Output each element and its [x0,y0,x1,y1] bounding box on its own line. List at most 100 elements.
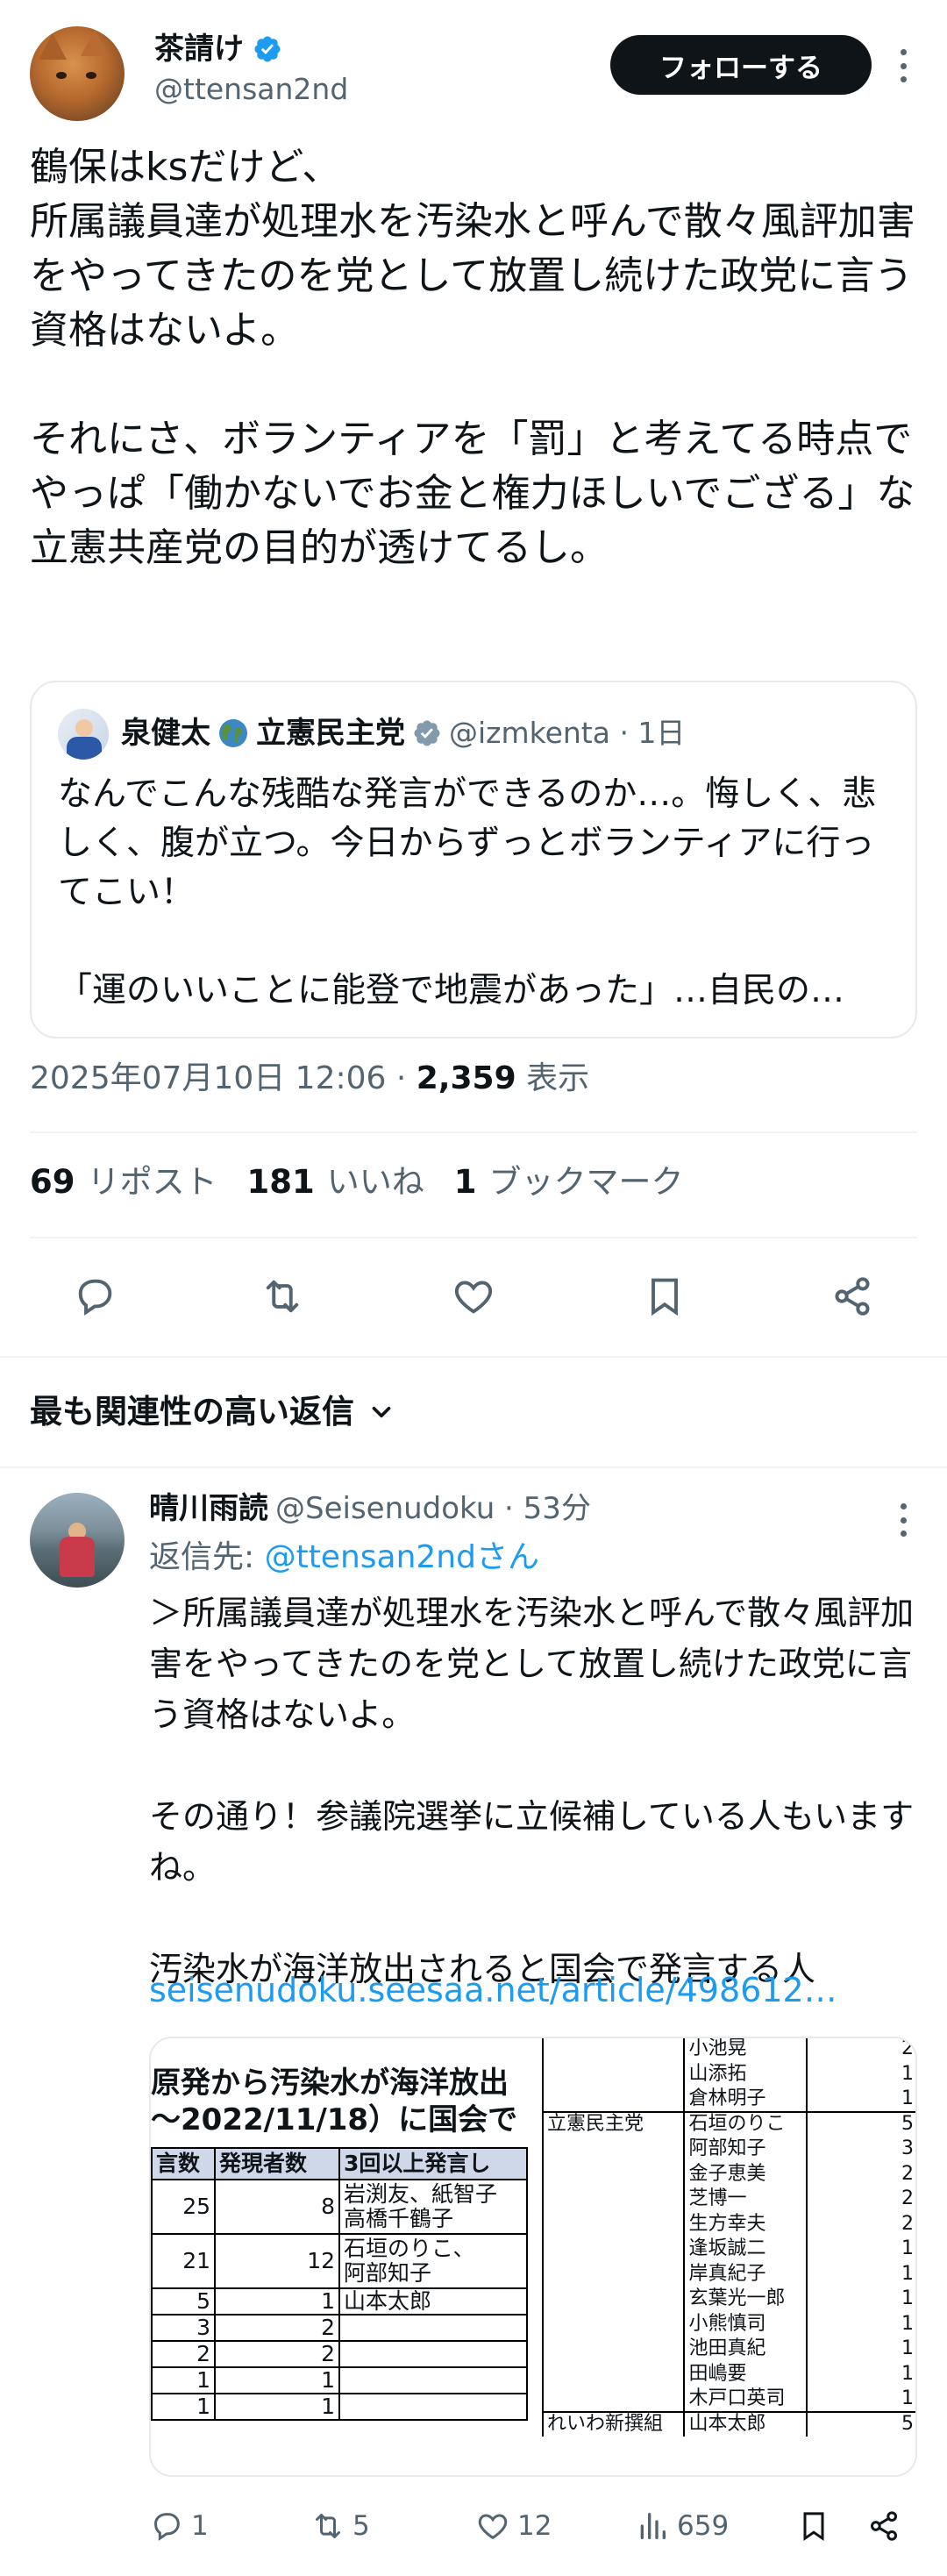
bookmark-icon [803,2512,824,2542]
table-cell-person: 生方幸夫 [683,2211,808,2237]
table-row: 山添拓 1 [542,2061,915,2087]
bookmark-button[interactable] [630,1263,700,1330]
media-image-left[interactable]: 原発から汚染水が海洋放出 〜2022/11/18）に国会で 言数 発現者数 3回… [151,2038,528,2475]
divider [30,1237,917,1238]
table-cell: 1 [214,2366,340,2394]
table-cell: 1 [214,2393,340,2421]
like-button[interactable] [438,1263,509,1330]
views-label: 表示 [526,1060,590,1096]
table-cell-party [542,2187,686,2212]
quoted-tweet[interactable]: 泉健太 立憲民主党 @izmkenta · 1日 なんでこんな残酷な発言ができる… [30,681,917,1038]
quote-display-name: 泉健太 [121,716,210,751]
reply-more-options-icon[interactable] [889,1500,917,1540]
quote-author-avatar [58,709,109,760]
share-icon [871,2511,897,2541]
table-cell-party [542,2061,686,2087]
reply-count: 1 [191,2510,209,2542]
tweet-stats: 69 リポスト 181 いいね 1 ブックマーク [30,1158,683,1207]
author-avatar[interactable] [30,26,125,121]
reply-media-grid: 原発から汚染水が海洋放出 〜2022/11/18）に国会で 言数 発現者数 3回… [149,2037,917,2477]
author-handle[interactable]: @ttensan2nd [154,72,348,107]
table-row: 倉林明子 1 [542,2087,915,2112]
table-row: 池田真紀 1 [542,2337,915,2362]
media-left-table: 言数 発現者数 3回以上発言し 25 8 岩渕友、紙智子 高橋千鶴子 21 12 石垣のり… [151,2147,528,2421]
table-cell: 3 [151,2314,216,2342]
reply-author-avatar[interactable] [30,1493,125,1588]
table-row: 阿部知子 3 [542,2137,915,2162]
reply-like-button[interactable]: 12 [475,2500,552,2552]
table-cell-count: 2 [805,2211,915,2237]
table-cell [338,2393,528,2421]
table-cell-count: 3 [805,2137,915,2162]
tweet-author: 茶請け @ttensan2nd フォローする [30,26,917,123]
views-count: 659 [677,2510,730,2542]
table-cell-count: 5 [805,2410,915,2437]
divider [30,1131,917,1133]
table-cell-party [542,2038,686,2062]
tweet-timestamp[interactable]: 2025年07月10日 12:06 · 2,359 表示 [30,1054,589,1103]
heart-icon [454,1281,493,1314]
reply-views-button[interactable]: 659 [635,2500,729,2552]
table-cell-party [542,2211,686,2237]
table-cell-person: 玄葉光一郎 [683,2287,808,2312]
reply-bookmark-button[interactable] [796,2500,831,2552]
globe-emoji-icon [219,719,247,747]
table-cell-person: 池田真紀 [683,2337,808,2362]
table-cell: 21 [151,2233,216,2289]
chevron-down-icon [372,1406,391,1418]
table-cell-count: 5 [805,2110,915,2137]
reply-header: 晴川雨読 @Seisenudoku · 53分 [149,1482,591,1535]
table-row: 生方幸夫 2 [542,2211,915,2237]
table-cell [338,2314,528,2342]
reply-button[interactable] [60,1263,130,1330]
timestamp-text: 2025年07月10日 12:06 [30,1060,387,1096]
reply-to-line: 返信先: @ttensan2ndさん [149,1533,539,1582]
quote-header: 泉健太 立憲民主党 @izmkenta · 1日 [121,707,685,760]
reply-handle-time[interactable]: @Seisenudoku · 53分 [275,1482,591,1535]
reply-sort-selector[interactable]: 最も関連性の高い返信 [30,1386,396,1438]
likes-stat[interactable]: 181 いいね [247,1158,424,1207]
table-cell-person: 金子恵美 [683,2161,808,2187]
table-cell-party: れいわ新撰組 [542,2410,686,2437]
table-cell: 阿部知子 [344,2260,432,2286]
quote-handle-time: @izmkenta · 1日 [449,716,686,750]
media-image-right[interactable]: 小池晃 2 山添拓 1 倉林明子 1 立憲民主党 石垣のりこ 5 阿部知子 3 金子恵美 2 芝博一 2 生方… [542,2038,915,2475]
table-row: れいわ新撰組 山本太郎 5 [542,2410,915,2437]
table-row: 木戸口英司 1 [542,2387,915,2412]
reply-repost-button[interactable]: 5 [310,2500,370,2552]
reply-share-button[interactable] [866,2500,901,2552]
table-cell: 2 [151,2340,216,2368]
table-cell-party [542,2337,686,2362]
follow-button[interactable]: フォローする [610,35,872,95]
bookmarks-stat[interactable]: 1 ブックマーク [454,1158,684,1207]
table-cell: 1 [151,2393,216,2421]
repost-button[interactable] [247,1263,317,1330]
table-cell-count: 1 [805,2287,915,2312]
table-cell-person: 倉林明子 [683,2087,808,2112]
reposts-stat[interactable]: 69 リポスト [30,1158,217,1207]
table-cell-party [542,2361,686,2387]
reply-reply-button[interactable]: 1 [149,2500,209,2552]
table-cell: 岩渕友、紙智子 [344,2181,498,2207]
media-right-table: 小池晃 2 山添拓 1 倉林明子 1 立憲民主党 石垣のりこ 5 阿部知子 3 金子恵美 2 芝博一 2 生方… [542,2038,915,2437]
table-cell-person: 木戸口英司 [683,2387,808,2412]
media-left-subtitle: 〜2022/11/18）に国会で [151,2102,518,2137]
reply-to-prefix: 返信先: [149,1539,265,1575]
author-display-name[interactable]: 茶請け [154,32,244,67]
share-button[interactable] [817,1263,887,1330]
reply-link[interactable]: seisenudoku.seesaa.net/article/498612… [149,1965,837,2016]
section-divider [0,1466,947,1468]
quote-party-name: 立憲民主党 [256,716,405,751]
table-header: 言数 [151,2147,216,2180]
table-row: 金子恵美 2 [542,2161,915,2187]
table-row: 玄葉光一郎 1 [542,2287,915,2312]
reply-to-handle[interactable]: @ttensan2ndさん [265,1539,539,1575]
table-cell-count: 2 [805,2187,915,2212]
reply-display-name[interactable]: 晴川雨読 [149,1482,268,1535]
more-options-icon[interactable] [889,46,917,86]
table-row: 小熊慎司 1 [542,2311,915,2337]
table-cell-party [542,2137,686,2162]
share-icon [835,1277,870,1316]
table-cell: 5 [151,2287,216,2316]
table-cell-party [542,2261,686,2287]
